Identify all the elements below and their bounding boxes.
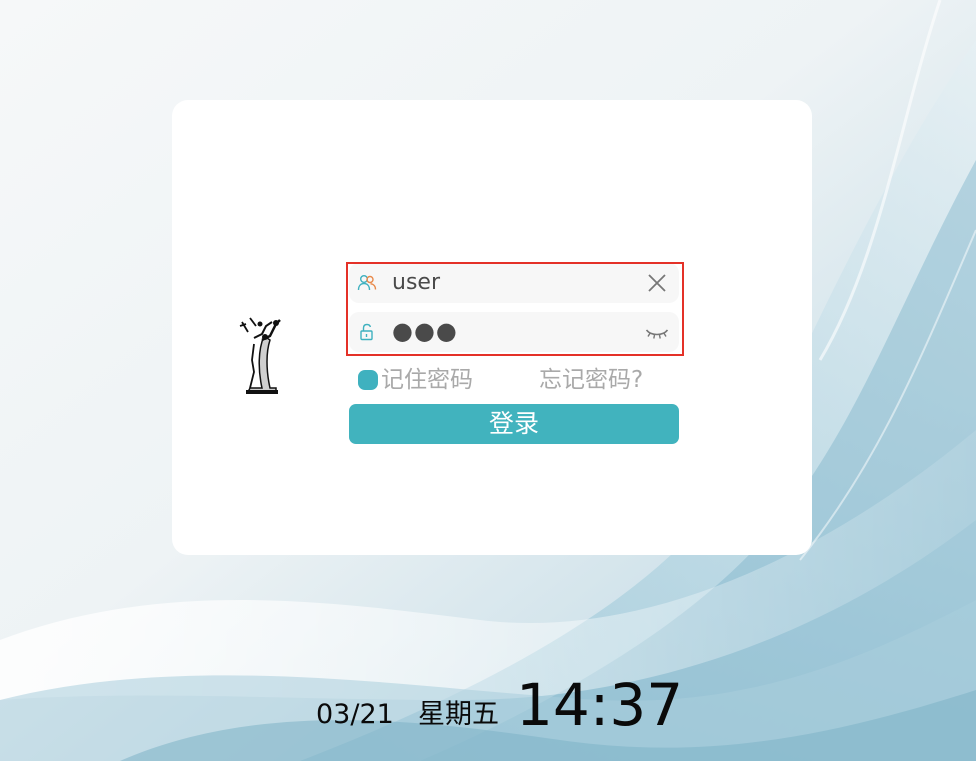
forgot-password-link[interactable]: 忘记密码? [539, 366, 643, 394]
user-group-icon [357, 275, 377, 291]
remember-password-checkbox[interactable]: 记住密码 [358, 366, 473, 394]
robot-arm-logo [239, 317, 281, 394]
username-field[interactable]: user [349, 263, 679, 303]
login-button[interactable]: 登录 [349, 404, 679, 444]
weekday-text: 星期五 [418, 699, 499, 730]
date-text: 03/21 [316, 699, 394, 730]
remember-checkbox-indicator[interactable] [358, 370, 378, 390]
time-text: 14:37 [516, 671, 684, 739]
lock-icon [360, 323, 373, 341]
username-value: user [392, 270, 440, 295]
password-field[interactable]: ●●● [349, 312, 679, 352]
close-icon[interactable] [645, 271, 669, 295]
eye-closed-icon[interactable] [645, 320, 669, 344]
remember-password-label: 记住密码 [381, 367, 473, 393]
password-value: ●●● [392, 317, 458, 345]
